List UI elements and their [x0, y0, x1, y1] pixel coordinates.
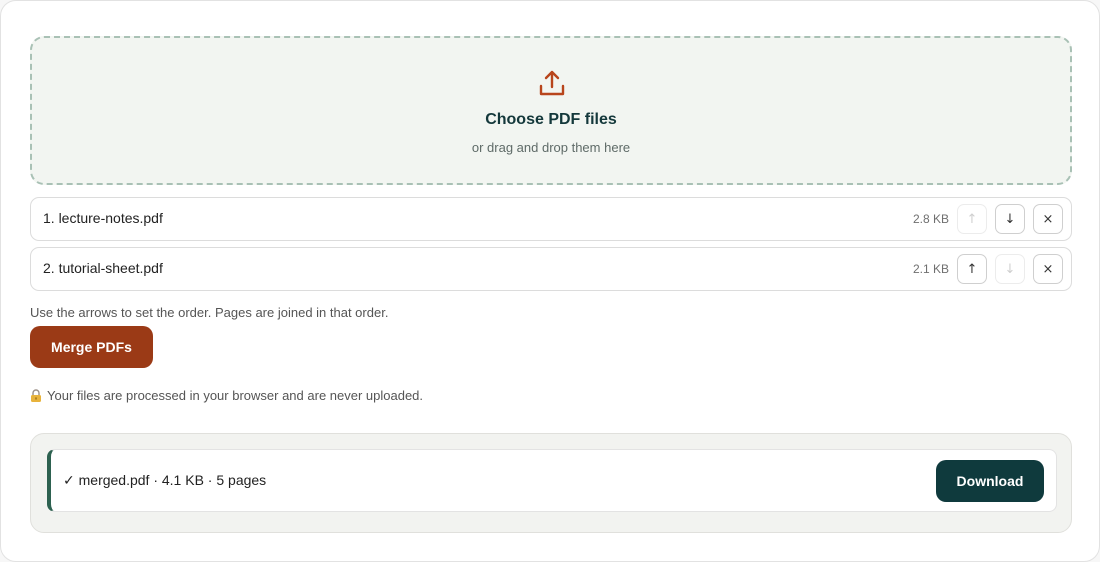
remove-file-button[interactable]: × — [1033, 254, 1063, 284]
merged-file-card: ✓ merged.pdf · 4.1 KB · 5 pages Download — [47, 449, 1057, 512]
lock-icon — [31, 389, 41, 402]
file-name: 1. lecture-notes.pdf — [43, 210, 163, 226]
dropzone-title: Choose PDF files — [485, 111, 617, 128]
merged-file-info: ✓ merged.pdf · 4.1 KB · 5 pages — [63, 472, 267, 488]
arrow-up-icon: ↑ — [966, 261, 978, 277]
file-dropzone[interactable]: Choose PDF files or drag and drop them h… — [30, 36, 1072, 185]
arrow-down-icon: ↓ — [1004, 261, 1016, 277]
move-up-button[interactable]: ↑ — [957, 204, 987, 234]
arrow-down-icon: ↓ — [1004, 211, 1016, 227]
merge-pdfs-button[interactable]: Merge PDFs — [30, 326, 153, 368]
close-icon: × — [1042, 261, 1054, 277]
upload-icon — [539, 70, 565, 96]
file-row: 2. tutorial-sheet.pdf 2.1 KB ↑ ↓ × — [30, 247, 1072, 291]
file-row: 1. lecture-notes.pdf 2.8 KB ↑ ↓ × — [30, 197, 1072, 241]
file-size: 2.8 KB — [912, 212, 949, 226]
privacy-note: Your files are processed in your browser… — [30, 388, 423, 403]
move-down-button[interactable]: ↓ — [995, 254, 1025, 284]
dropzone-subtitle: or drag and drop them here — [471, 140, 631, 155]
privacy-text: Your files are processed in your browser… — [47, 388, 424, 403]
arrow-up-icon: ↑ — [966, 211, 978, 227]
result-panel: ✓ merged.pdf · 4.1 KB · 5 pages Download — [30, 433, 1072, 533]
move-down-button[interactable]: ↓ — [995, 204, 1025, 234]
download-button[interactable]: Download — [936, 460, 1044, 502]
merge-tool-card: Choose PDF files or drag and drop them h… — [0, 0, 1100, 562]
file-size: 2.1 KB — [912, 262, 949, 276]
file-name: 2. tutorial-sheet.pdf — [43, 260, 163, 276]
close-icon: × — [1042, 211, 1054, 227]
remove-file-button[interactable]: × — [1033, 204, 1063, 234]
order-hint: Use the arrows to set the order. Pages a… — [30, 305, 389, 320]
move-up-button[interactable]: ↑ — [957, 254, 987, 284]
